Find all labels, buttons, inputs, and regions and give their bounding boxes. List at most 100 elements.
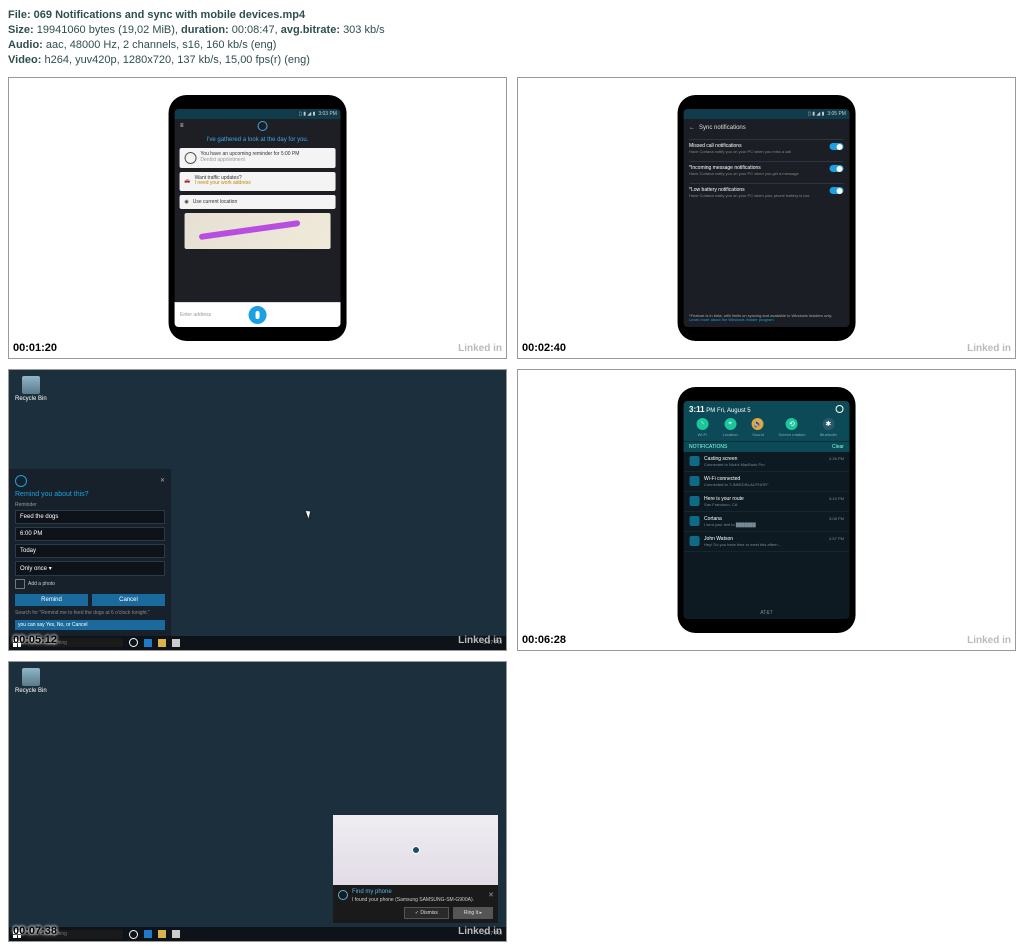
- location-row[interactable]: ◉Use current location: [179, 195, 335, 209]
- windows-taskbar[interactable]: Ask me anything 3:37 PM: [9, 636, 506, 650]
- android-status-bar: ▯ ▮ ◢ ▮ 3:03 PM: [174, 109, 341, 119]
- map-preview[interactable]: [184, 213, 330, 249]
- phone-mockup: ▯ ▮ ◢ ▮ 3:05 PM ←Sync notifications Miss…: [677, 95, 856, 341]
- location-pin-icon: [412, 846, 420, 854]
- audio-label: Audio:: [8, 39, 46, 51]
- store-icon[interactable]: [172, 930, 180, 938]
- insider-link[interactable]: Learn more about the Windows Insider pro…: [689, 318, 844, 323]
- search-hint: Search for "Remind me to feed the dogs a…: [15, 610, 165, 616]
- recycle-bin[interactable]: Recycle Bin: [15, 376, 47, 402]
- watermark: Linked in: [967, 635, 1011, 646]
- list-item[interactable]: Wi-Fi connectedConnected to "LINKEDIN-AU…: [683, 472, 850, 492]
- mic-button[interactable]: [249, 306, 267, 324]
- android-status-bar: ▯ ▮ ◢ ▮ 3:05 PM: [683, 109, 850, 119]
- reminder-sub: Dentist appointment: [200, 158, 299, 164]
- mic-icon: [256, 311, 260, 319]
- frame-2: ▯ ▮ ◢ ▮ 3:05 PM ←Sync notifications Miss…: [517, 77, 1016, 359]
- close-icon[interactable]: ✕: [488, 891, 494, 899]
- radio-icon: ◉: [184, 199, 188, 205]
- windows-desktop[interactable]: Recycle Bin ✕ Remind you about this? Rem…: [9, 370, 506, 650]
- qt-location[interactable]: ⌖Location: [723, 418, 738, 437]
- cortana-icon[interactable]: [15, 475, 27, 487]
- qt-bluetooth[interactable]: ✱Bluetooth: [820, 418, 837, 437]
- cancel-button[interactable]: Cancel: [92, 594, 165, 606]
- clear-button[interactable]: Clear: [832, 444, 844, 450]
- reminder-card[interactable]: You have an upcoming reminder for 5:00 P…: [179, 148, 335, 168]
- sync-toggle-incoming-msg[interactable]: *Incoming message notificationsHave Cort…: [689, 161, 844, 179]
- repeat-field[interactable]: Only once ▾: [15, 561, 165, 576]
- frame-4: 3:11 PM Fri, August 5 ◝Wi-Fi ⌖Location 🔊…: [517, 369, 1016, 651]
- toggle-on-icon[interactable]: [830, 187, 844, 194]
- toggle-on-icon[interactable]: [830, 165, 844, 172]
- task-view-icon[interactable]: [129, 930, 138, 939]
- windows-desktop[interactable]: Recycle Bin ✕ Find my phone I found your…: [9, 662, 506, 942]
- list-item[interactable]: Here is your routeSan Francisco, CA3:10 …: [683, 492, 850, 512]
- recycle-bin[interactable]: Recycle Bin: [15, 668, 47, 694]
- day-field[interactable]: Today: [15, 544, 165, 558]
- bitrate-label: avg.bitrate:: [281, 24, 343, 36]
- toggle-on-icon[interactable]: [830, 143, 844, 150]
- notification-shade-header: 3:11 PM Fri, August 5 ◝Wi-Fi ⌖Location 🔊…: [683, 401, 850, 441]
- timestamp: 00:01:20: [13, 342, 57, 354]
- add-photo-row[interactable]: Add a photo: [15, 579, 165, 589]
- list-item[interactable]: CortanaI sent your text to ███████3:08 P…: [683, 512, 850, 532]
- carrier-label: AT&T: [683, 607, 850, 619]
- explorer-icon[interactable]: [158, 930, 166, 938]
- input-bar[interactable]: Enter address: [174, 302, 341, 327]
- close-icon[interactable]: ✕: [160, 477, 165, 484]
- hamburger-icon[interactable]: ≡: [180, 123, 184, 129]
- timestamp: 00:05:12: [13, 634, 57, 646]
- recycle-bin-icon: [22, 668, 40, 686]
- back-icon[interactable]: ←: [689, 125, 695, 131]
- explorer-icon[interactable]: [158, 639, 166, 647]
- video-value: h264, yuv420p, 1280x720, 137 kb/s, 15,00…: [44, 54, 309, 66]
- cortana-icon[interactable]: [257, 121, 267, 131]
- task-view-icon[interactable]: [129, 638, 138, 647]
- traffic-card[interactable]: 🚗 Want traffic updates? I need your work…: [179, 172, 335, 191]
- qt-wifi[interactable]: ◝Wi-Fi: [696, 418, 708, 437]
- size-value: 19941060 bytes (19,02 MiB),: [37, 24, 181, 36]
- file-info: File: 069 Notifications and sync with mo…: [8, 8, 1016, 67]
- frame-3: Recycle Bin ✕ Remind you about this? Rem…: [8, 369, 507, 651]
- notification-list: Casting screenConnected to Nick's MacBoo…: [683, 452, 850, 607]
- mouse-cursor-icon: [306, 509, 312, 518]
- store-icon[interactable]: [172, 639, 180, 647]
- notifications-header: NOTIFICATIONSClear: [683, 441, 850, 452]
- mail-icon: [689, 536, 699, 546]
- map-thumbnail[interactable]: [333, 815, 498, 885]
- watermark: Linked in: [458, 635, 502, 646]
- cortana-tagline: I've gathered a look at the day for you.: [207, 137, 309, 144]
- sync-toggle-missed-call[interactable]: Missed call notificationsHave Cortana no…: [689, 139, 844, 157]
- list-item[interactable]: Casting screenConnected to Nick's MacBoo…: [683, 452, 850, 472]
- bitrate-value: 303 kb/s: [343, 24, 385, 36]
- clock-icon: [184, 152, 196, 164]
- list-item[interactable]: John WatsonHey! Do you have time to meet…: [683, 532, 850, 552]
- audio-value: aac, 48000 Hz, 2 channels, s16, 160 kb/s…: [46, 39, 277, 51]
- windows-taskbar[interactable]: Ask me anything 3:47 PM: [9, 927, 506, 941]
- frame-1: ▯ ▮ ◢ ▮ 3:03 PM ≡ I've gathered a look a…: [8, 77, 507, 359]
- toast-title: Find my phone: [352, 889, 474, 895]
- phone-mockup: 3:11 PM Fri, August 5 ◝Wi-Fi ⌖Location 🔊…: [677, 387, 856, 633]
- wifi-icon: [689, 476, 699, 486]
- dismiss-button[interactable]: ✓ Dismiss: [404, 907, 449, 919]
- route-icon: [689, 496, 699, 506]
- timestamp: 00:02:40: [522, 342, 566, 354]
- edge-icon[interactable]: [144, 639, 152, 647]
- watermark: Linked in: [458, 926, 502, 937]
- traffic-link[interactable]: I need your work address: [195, 181, 251, 187]
- edge-icon[interactable]: [144, 930, 152, 938]
- remind-button[interactable]: Remind: [15, 594, 88, 606]
- toast-message: I found your phone (Samsung SAMSUNG-SM-G…: [352, 897, 474, 903]
- sync-header[interactable]: ←Sync notifications: [689, 123, 844, 135]
- cortana-reminder-panel: ✕ Remind you about this? Reminder Feed t…: [9, 469, 171, 636]
- reminder-label: Reminder: [15, 502, 165, 508]
- time-field[interactable]: 6:00 PM: [15, 527, 165, 541]
- voice-hint: you can say Yes, No, or Cancel: [15, 620, 165, 630]
- sync-toggle-low-battery[interactable]: *Low battery notificationsHave Cortana n…: [689, 183, 844, 201]
- qt-rotation[interactable]: ⟲Screen rotation: [778, 418, 805, 437]
- frame-5: Recycle Bin ✕ Find my phone I found your…: [8, 661, 507, 943]
- task-field[interactable]: Feed the dogs: [15, 510, 165, 524]
- gear-icon[interactable]: [836, 405, 844, 413]
- qt-sound[interactable]: 🔊Sound: [752, 418, 764, 437]
- ring-button[interactable]: Ring it ▸: [453, 907, 493, 919]
